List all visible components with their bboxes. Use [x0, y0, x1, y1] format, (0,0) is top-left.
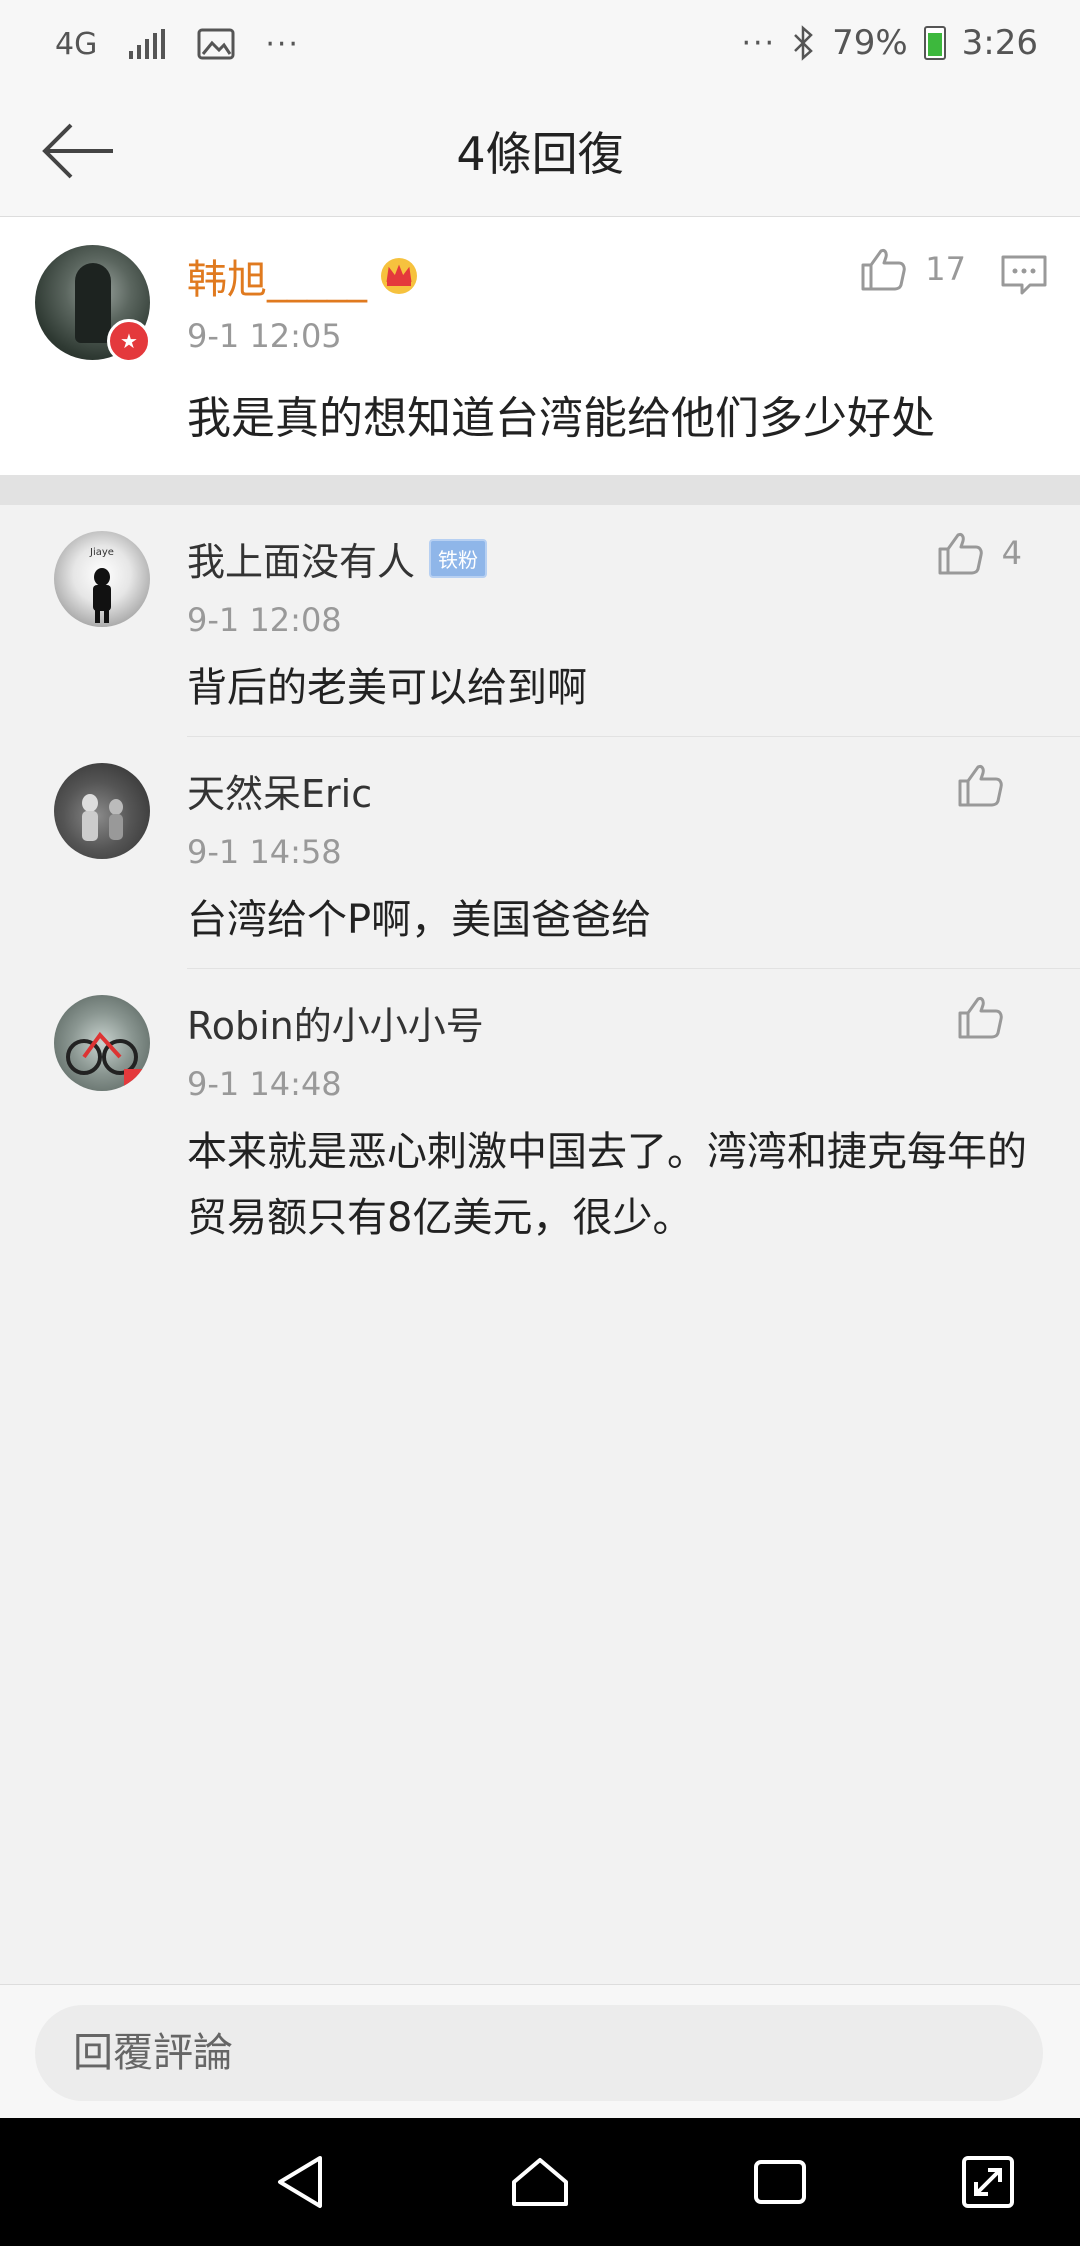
like-button[interactable] — [956, 995, 1022, 1039]
nav-home-button[interactable] — [508, 2150, 572, 2214]
like-button[interactable]: 17 — [859, 247, 966, 291]
nav-back-button[interactable] — [268, 2150, 332, 2214]
svg-text:Jiaye: Jiaye — [89, 547, 114, 558]
like-button[interactable] — [956, 763, 1022, 807]
clock: 3:26 — [961, 23, 1038, 63]
battery-percent: 79% — [832, 23, 908, 63]
verified-badge-icon: ★ — [107, 319, 151, 363]
page-title: 4條回復 — [456, 127, 624, 181]
list-item: 天然呆Eric 9-1 14:58 台湾给个P啊，美国爸爸给 — [0, 737, 1080, 969]
comment-text: 我是真的想知道台湾能给他们多少好处 — [187, 393, 935, 444]
nav-expand-button[interactable] — [956, 2150, 1020, 2214]
reply-time: 9-1 14:58 — [187, 833, 342, 871]
author-name: 韩旭_____ — [187, 257, 367, 303]
author-name: Robin的小小小号 — [187, 1004, 484, 1048]
comment-author[interactable]: 韩旭_____ — [187, 247, 421, 305]
reply-author[interactable]: 天然呆Eric — [187, 763, 372, 818]
reply-text: 台湾给个P啊，美国爸爸给 — [187, 897, 652, 943]
like-button[interactable]: 4 — [936, 531, 1022, 575]
reply-author[interactable]: Robin的小小小号 — [187, 995, 484, 1050]
thumbs-up-icon — [938, 533, 983, 575]
reply-input[interactable] — [35, 2005, 1043, 2101]
comment-time: 9-1 12:05 — [187, 317, 342, 355]
thumbs-up-icon — [958, 765, 1003, 807]
reply-author[interactable]: 我上面没有人 铁粉 — [187, 531, 488, 586]
avatar[interactable] — [54, 995, 150, 1091]
triangle-back-icon — [278, 2156, 322, 2208]
crown-icon — [381, 258, 417, 294]
reply-time: 9-1 14:48 — [187, 1065, 342, 1103]
nav-recents-button[interactable] — [748, 2150, 812, 2214]
fan-badge: 铁粉 — [429, 539, 488, 578]
expand-icon — [962, 2156, 1014, 2208]
image-icon — [197, 28, 235, 60]
avatar[interactable] — [54, 763, 150, 859]
signal-icon — [129, 29, 166, 59]
network-type: 4G — [55, 26, 98, 62]
like-count: 4 — [1001, 534, 1022, 572]
reply-bar — [0, 1984, 1080, 2119]
thumbs-up-icon — [861, 249, 907, 291]
status-bar: 4G ··· ··· 79% 3:26 — [0, 0, 1080, 88]
comment-icon[interactable] — [1000, 253, 1048, 297]
author-name: 我上面没有人 — [187, 540, 416, 584]
reply-time: 9-1 12:08 — [187, 601, 342, 639]
bluetooth-icon — [794, 25, 813, 61]
more-icon: ··· — [265, 26, 300, 62]
home-icon — [512, 2158, 568, 2206]
author-name: 天然呆Eric — [187, 772, 373, 816]
reply-text: 本来就是恶心刺激中国去了。湾湾和捷克每年的贸易额只有8亿美元，很少。 — [187, 1129, 1027, 1241]
system-nav-bar — [0, 2118, 1080, 2246]
list-item: Robin的小小小号 9-1 14:48 本来就是恶心刺激中国去了。湾湾和捷克每… — [0, 969, 1080, 1269]
avatar[interactable]: Jiaye — [54, 531, 150, 627]
more-icon: ··· — [741, 25, 777, 61]
main-comment: ★ 韩旭_____ 9-1 12:05 我是真的想知道台湾能给他们多少好处 17 — [0, 217, 1080, 475]
reply-list: Jiaye 我上面没有人 铁粉 9-1 12:08 背后的老美可以给到啊 4 天… — [0, 505, 1080, 1269]
reply-text: 背后的老美可以给到啊 — [187, 665, 587, 711]
like-count: 17 — [925, 250, 966, 288]
battery-icon — [923, 26, 946, 60]
recents-icon — [754, 2160, 806, 2204]
thumbs-up-icon — [958, 997, 1003, 1039]
section-divider — [0, 475, 1080, 505]
list-item: Jiaye 我上面没有人 铁粉 9-1 12:08 背后的老美可以给到啊 4 — [0, 505, 1080, 737]
top-header: 4條回復 — [0, 88, 1080, 217]
